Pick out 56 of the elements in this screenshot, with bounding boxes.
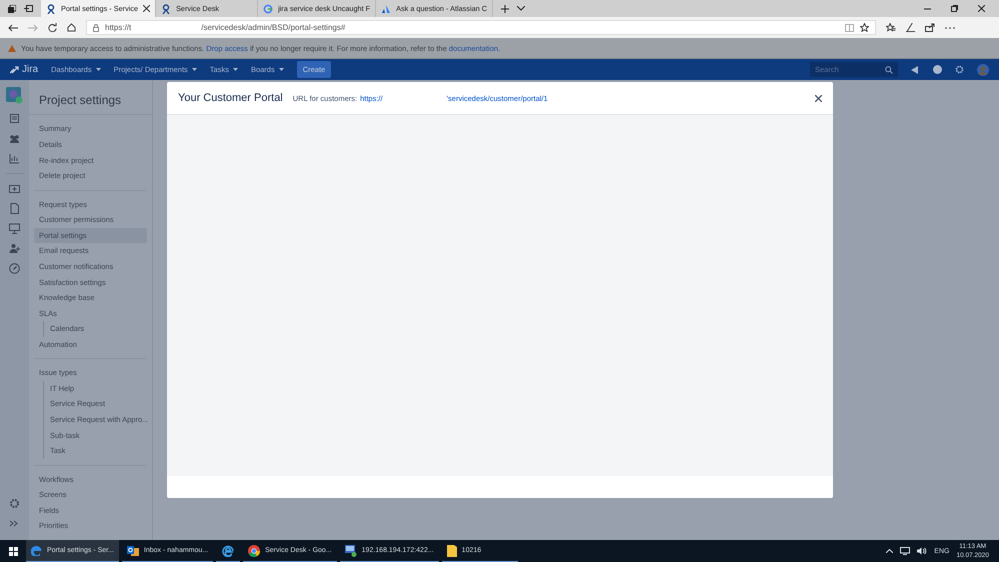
chrome-icon (248, 544, 260, 556)
url-text: /servicedesk/admin/BSD/portal-settings# (201, 23, 346, 32)
google-logo-icon (263, 4, 274, 14)
ie-icon (222, 544, 234, 556)
settings-icon[interactable] (9, 498, 20, 509)
network-icon[interactable] (900, 547, 910, 555)
pen-icon[interactable] (906, 23, 915, 32)
folder-icon (446, 544, 457, 556)
back-arrow-icon[interactable] (8, 24, 18, 32)
reports-icon[interactable] (9, 153, 20, 164)
jira-logo-icon (161, 4, 172, 14)
page-icon[interactable] (9, 203, 20, 214)
address-bar[interactable]: https://t /servicedesk/admin/BSD/portal-settings# (86, 20, 876, 35)
queues-icon[interactable] (9, 113, 20, 124)
customers-icon[interactable] (9, 133, 20, 144)
chevron-up-icon[interactable] (886, 549, 894, 553)
lock-icon (93, 24, 99, 32)
close-icon[interactable] (143, 5, 150, 12)
dialog-title: Your Customer Portal (178, 92, 283, 104)
remote-desktop-icon (344, 544, 357, 556)
warning-icon (8, 44, 16, 52)
new-tab-icon[interactable] (500, 4, 509, 12)
share-icon[interactable] (925, 23, 935, 32)
edge-icon (31, 545, 42, 556)
favorites-icon[interactable] (886, 23, 896, 32)
speaker-icon[interactable] (917, 547, 928, 555)
jira-logo-icon (46, 4, 56, 14)
expand-icon[interactable] (9, 518, 20, 529)
minimize-icon[interactable] (924, 8, 931, 10)
page-title: Project settings (38, 92, 122, 109)
mail-app-icon (126, 544, 139, 556)
compass-icon[interactable] (9, 263, 20, 274)
jira-arrows-icon (10, 66, 19, 74)
windows-start-icon[interactable] (8, 546, 18, 556)
settings-icon[interactable] (955, 65, 964, 74)
atlassian-logo-icon (381, 4, 392, 14)
star-icon[interactable] (860, 23, 869, 32)
caret-icon (278, 68, 284, 71)
restore-icon[interactable] (951, 5, 958, 12)
set-aside-tabs-icon[interactable] (24, 5, 33, 12)
url-text: https://t (105, 23, 132, 32)
search-icon (885, 66, 893, 74)
jira-logo[interactable]: Jira (10, 64, 38, 75)
close-icon[interactable] (978, 5, 985, 12)
refresh-icon[interactable] (48, 23, 57, 32)
tab-list-icon[interactable] (8, 4, 16, 12)
close-icon[interactable] (815, 94, 822, 102)
monitor-icon[interactable] (9, 223, 20, 234)
home-icon[interactable] (67, 23, 76, 32)
add-person-icon[interactable] (9, 243, 20, 254)
caret-icon (232, 68, 238, 71)
add-item-icon[interactable] (9, 183, 20, 194)
jira-logo-text: Jira (22, 64, 38, 75)
caret-icon (96, 68, 101, 71)
chevron-down-icon[interactable] (516, 6, 525, 11)
caret-icon (192, 68, 197, 71)
